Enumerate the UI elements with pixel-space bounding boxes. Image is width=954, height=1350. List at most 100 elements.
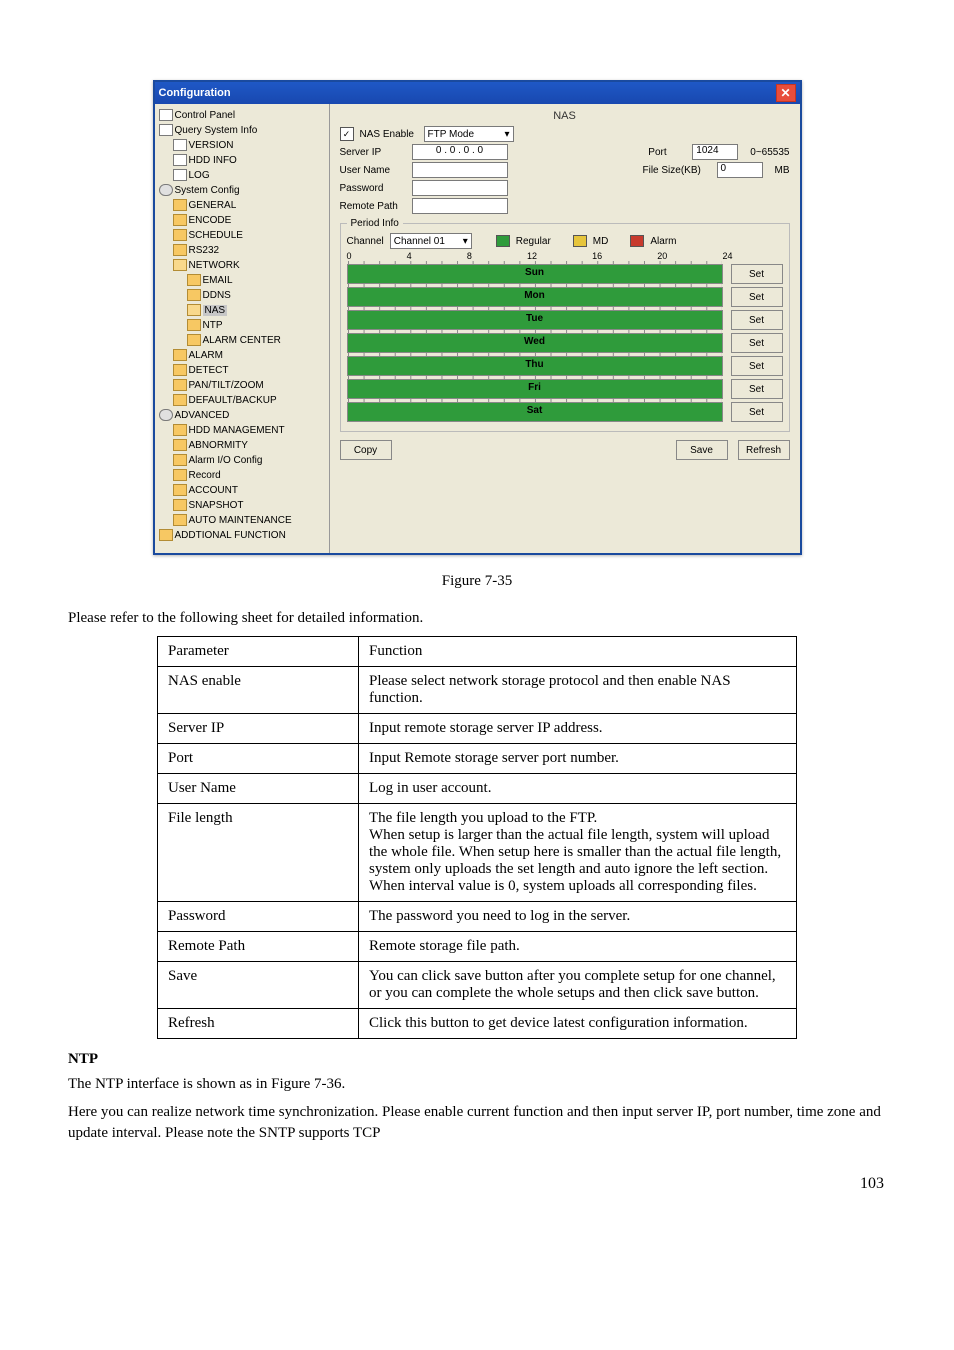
sched-row-wed: Wed Set — [347, 333, 783, 353]
tree-detect[interactable]: DETECT — [173, 363, 327, 378]
channel-select[interactable]: Channel 01▾ — [390, 233, 472, 249]
filesize-unit: MB — [775, 165, 790, 176]
nav-tree: Control Panel Query System Info VERSION … — [155, 104, 330, 553]
sched-row-fri: Fri Set — [347, 379, 783, 399]
sched-bar[interactable]: Fri — [347, 379, 723, 399]
col-parameter: Parameter — [158, 636, 359, 666]
tree-network[interactable]: NETWORK EMAIL DDNS NAS NTP ALARM CENTER — [173, 258, 327, 348]
refresh-button[interactable]: Refresh — [738, 440, 790, 460]
sched-bar[interactable]: Sat — [347, 402, 723, 422]
tree-alarmcenter[interactable]: ALARM CENTER — [187, 333, 327, 348]
chevron-down-icon: ▾ — [463, 236, 468, 247]
tree-pantilt[interactable]: PAN/TILT/ZOOM — [173, 378, 327, 393]
sched-bar[interactable]: Sun — [347, 264, 723, 284]
set-button[interactable]: Set — [731, 402, 783, 422]
username-input[interactable] — [412, 162, 508, 178]
sched-bar[interactable]: Wed — [347, 333, 723, 353]
tree-hddmgmt[interactable]: HDD MANAGEMENT — [173, 423, 327, 438]
tree-automaint[interactable]: AUTO MAINTENANCE — [173, 513, 327, 528]
set-button[interactable]: Set — [731, 310, 783, 330]
nas-enable-checkbox[interactable]: ✓ — [340, 127, 354, 141]
tree-email[interactable]: EMAIL — [187, 273, 327, 288]
mode-select[interactable]: FTP Mode▾ — [424, 126, 514, 142]
remotepath-input[interactable] — [412, 198, 508, 214]
set-button[interactable]: Set — [731, 264, 783, 284]
regular-swatch — [496, 235, 510, 247]
nas-panel: NAS ✓ NAS Enable FTP Mode▾ Server IP 0 .… — [330, 104, 800, 553]
tree-record[interactable]: Record — [173, 468, 327, 483]
lead-text: Please refer to the following sheet for … — [68, 608, 886, 630]
tree-schedule[interactable]: SCHEDULE — [173, 228, 327, 243]
set-button[interactable]: Set — [731, 333, 783, 353]
sched-row-sun: Sun Set — [347, 264, 783, 284]
tree-version[interactable]: VERSION — [173, 138, 327, 153]
set-button[interactable]: Set — [731, 287, 783, 307]
username-label: User Name — [340, 165, 408, 176]
tree-nas[interactable]: NAS — [187, 303, 327, 318]
port-input[interactable]: 1024 — [692, 144, 738, 160]
set-button[interactable]: Set — [731, 356, 783, 376]
table-row: RefreshClick this button to get device l… — [158, 1008, 797, 1038]
tree-addfunc[interactable]: ADDTIONAL FUNCTION — [159, 528, 327, 543]
set-button[interactable]: Set — [731, 379, 783, 399]
sched-bar[interactable]: Tue — [347, 310, 723, 330]
tree-rs232[interactable]: RS232 — [173, 243, 327, 258]
tree-alarm[interactable]: ALARM — [173, 348, 327, 363]
tree-control-panel[interactable]: Control Panel — [159, 108, 327, 123]
table-row: Server IPInput remote storage server IP … — [158, 713, 797, 743]
tree-snapshot[interactable]: SNAPSHOT — [173, 498, 327, 513]
window-title: Configuration — [159, 87, 231, 99]
tree-hddinfo[interactable]: HDD INFO — [173, 153, 327, 168]
table-row: NAS enablePlease select network storage … — [158, 666, 797, 713]
tree-query[interactable]: Query System Info VERSION HDD INFO LOG — [159, 123, 327, 183]
serverip-input[interactable]: 0 . 0 . 0 . 0 — [412, 144, 508, 160]
sched-bar[interactable]: Thu — [347, 356, 723, 376]
alarm-swatch — [630, 235, 644, 247]
period-fieldset: Period Info Channel Channel 01▾ Regular … — [340, 218, 790, 432]
table-row: File lengthThe file length you upload to… — [158, 803, 797, 901]
sched-row-mon: Mon Set — [347, 287, 783, 307]
channel-label: Channel — [347, 236, 384, 247]
table-row: PasswordThe password you need to log in … — [158, 901, 797, 931]
tree-abnormity[interactable]: ABNORMITY — [173, 438, 327, 453]
figure-caption: Figure 7-35 — [68, 573, 886, 590]
copy-button[interactable]: Copy — [340, 440, 392, 460]
filesize-input[interactable]: 0 — [717, 162, 763, 178]
sched-row-sat: Sat Set — [347, 402, 783, 422]
panel-title: NAS — [340, 110, 790, 122]
page-number: 103 — [68, 1175, 886, 1193]
password-input[interactable] — [412, 180, 508, 196]
config-window: Configuration ✕ Control Panel Query Syst… — [153, 80, 802, 555]
nas-enable-label: NAS Enable — [360, 129, 420, 140]
sched-bar[interactable]: Mon — [347, 287, 723, 307]
table-row: PortInput Remote storage server port num… — [158, 743, 797, 773]
col-function: Function — [359, 636, 797, 666]
table-row: SaveYou can click save button after you … — [158, 961, 797, 1008]
port-range: 0~65535 — [750, 147, 789, 158]
tree-ntp[interactable]: NTP — [187, 318, 327, 333]
md-swatch — [573, 235, 587, 247]
port-label: Port — [648, 147, 688, 158]
filesize-label: File Size(KB) — [643, 165, 713, 176]
sched-row-thu: Thu Set — [347, 356, 783, 376]
save-button[interactable]: Save — [676, 440, 728, 460]
tree-general[interactable]: GENERAL — [173, 198, 327, 213]
table-row: User NameLog in user account. — [158, 773, 797, 803]
tree-account[interactable]: ACCOUNT — [173, 483, 327, 498]
tree-encode[interactable]: ENCODE — [173, 213, 327, 228]
tree-advanced[interactable]: ADVANCED HDD MANAGEMENT ABNORMITY Alarm … — [159, 408, 327, 528]
tree-syscfg[interactable]: System Config GENERAL ENCODE SCHEDULE RS… — [159, 183, 327, 408]
ntp-heading: NTP — [68, 1051, 886, 1068]
ntp-p2: Here you can realize network time synchr… — [68, 1102, 886, 1146]
tree-ddns[interactable]: DDNS — [187, 288, 327, 303]
chevron-down-icon: ▾ — [504, 129, 509, 140]
tree-log[interactable]: LOG — [173, 168, 327, 183]
password-label: Password — [340, 183, 408, 194]
remotepath-label: Remote Path — [340, 201, 408, 212]
param-table: Parameter Function NAS enablePlease sele… — [157, 636, 797, 1039]
tree-defback[interactable]: DEFAULT/BACKUP — [173, 393, 327, 408]
close-icon[interactable]: ✕ — [776, 84, 796, 102]
sched-row-tue: Tue Set — [347, 310, 783, 330]
tree-alarmio[interactable]: Alarm I/O Config — [173, 453, 327, 468]
period-legend: Period Info — [347, 218, 403, 229]
